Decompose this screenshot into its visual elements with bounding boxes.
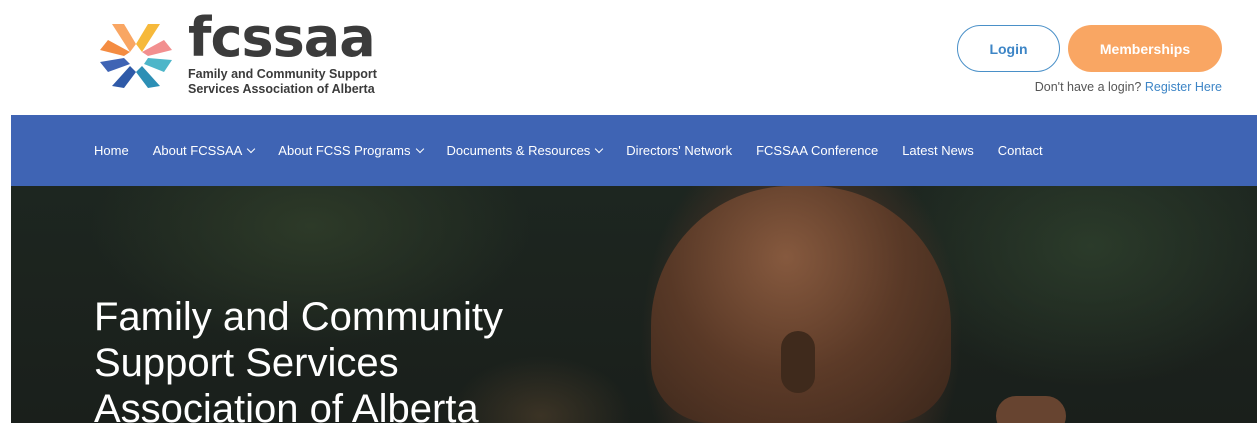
nav-item-label: About FCSS Programs	[278, 143, 411, 158]
nav-item-about-fcss-programs[interactable]: About FCSS Programs	[278, 143, 424, 158]
nav-item-fcssaa-conference[interactable]: FCSSAA Conference	[756, 143, 878, 158]
chevron-down-icon	[415, 144, 424, 153]
nav-item-label: Directors' Network	[626, 143, 733, 158]
register-line: Don't have a login? Register Here	[1035, 80, 1222, 94]
hero-photo-detail	[781, 331, 815, 393]
hero-banner: Family and Community Support Services As…	[11, 186, 1257, 423]
nav-item-about-fcssaa[interactable]: About FCSSAA	[152, 143, 256, 158]
hero-title: Family and Community Support Services As…	[94, 294, 574, 423]
site-logo[interactable]: fcssaa Family and Community Support Serv…	[92, 10, 392, 100]
nav-item-label: Latest News	[902, 143, 974, 158]
memberships-button[interactable]: Memberships	[1068, 25, 1222, 72]
nav-item-documents-resources[interactable]: Documents & Resources	[446, 143, 604, 158]
hero-title-line: Association of Alberta	[94, 387, 479, 423]
nav-item-label: Documents & Resources	[446, 143, 591, 158]
nav-item-label: About FCSSAA	[152, 143, 243, 158]
hero-title-line: Family and Community	[94, 295, 504, 339]
register-link[interactable]: Register Here	[1145, 80, 1222, 94]
chevron-down-icon	[247, 144, 256, 153]
logo-tagline-1: Family and Community Support	[188, 67, 377, 81]
nav-item-directors-network[interactable]: Directors' Network	[626, 143, 732, 158]
login-button[interactable]: Login	[957, 25, 1060, 72]
nav-item-label: Home	[94, 143, 129, 158]
nav-item-label: Contact	[997, 143, 1043, 158]
logo-tagline-2: Services Association of Alberta	[188, 82, 375, 96]
logo-text: fcssaa Family and Community Support Serv…	[188, 10, 377, 96]
nav-item-contact[interactable]: Contact	[998, 143, 1043, 158]
register-prompt: Don't have a login?	[1034, 80, 1142, 94]
logo-wordmark: fcssaa	[188, 6, 376, 69]
logo-mark-icon	[92, 10, 180, 98]
site-header: fcssaa Family and Community Support Serv…	[0, 0, 1257, 115]
hero-title-line: Support Services	[94, 341, 399, 385]
hero-photo-hand	[996, 396, 1066, 423]
chevron-down-icon	[595, 144, 604, 153]
nav-item-label: FCSSAA Conference	[756, 143, 879, 158]
main-nav: Home About FCSSAA About FCSS Programs Do…	[11, 115, 1257, 186]
nav-item-latest-news[interactable]: Latest News	[902, 143, 974, 158]
nav-item-home[interactable]: Home	[94, 143, 129, 158]
